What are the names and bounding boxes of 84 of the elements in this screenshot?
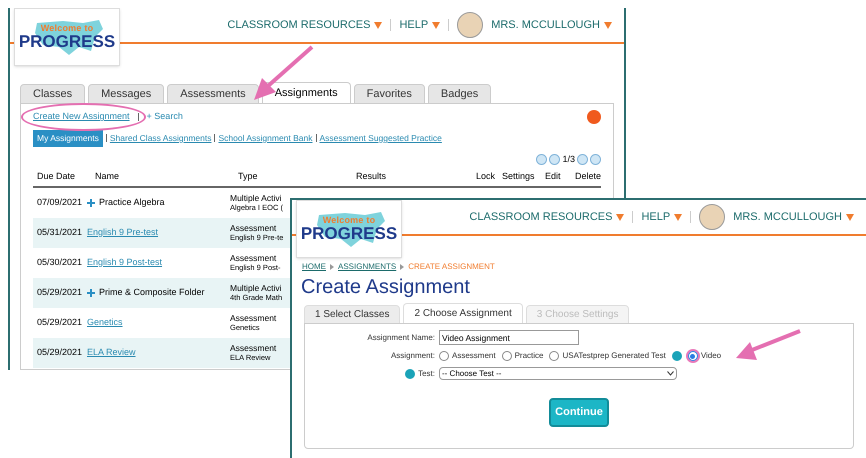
page-indicator: 1/3	[562, 152, 575, 166]
due-date: 05/29/2021	[37, 316, 84, 329]
tab[interactable]: Classes	[20, 84, 86, 104]
subtab-link[interactable]: Shared Class Assignments	[110, 132, 212, 145]
step-tab[interactable]: 1 Select Classes	[304, 305, 400, 324]
due-date: 05/31/2021	[37, 226, 84, 239]
column-header: Edit	[545, 170, 562, 184]
assignment-type: Assessment	[230, 342, 276, 354]
first-page-icon[interactable]	[536, 154, 548, 165]
info-icon[interactable]	[672, 351, 682, 361]
column-header: Name	[95, 170, 120, 184]
column-header: Settings	[502, 170, 536, 184]
assignment-type: Multiple Activi	[230, 282, 282, 294]
nav-menu[interactable]: CLASSROOM RESOURCES	[469, 208, 624, 226]
dropdown-icon	[846, 214, 854, 220]
radio-label: Video	[700, 350, 722, 362]
assignment-link[interactable]: English 9 Pre-test	[87, 226, 158, 240]
pointer-arrow	[736, 329, 801, 360]
last-page-icon[interactable]	[590, 154, 601, 165]
radio-label: USATestprep Generated Test	[562, 350, 666, 362]
chevron-down-icon	[667, 371, 674, 376]
field-label: Test:	[418, 368, 435, 380]
dropdown-icon	[674, 214, 682, 220]
tab[interactable]: Badges	[428, 84, 492, 104]
dropdown-icon	[616, 214, 624, 220]
nav-menu[interactable]: HELP	[399, 16, 440, 34]
info-icon[interactable]	[405, 368, 416, 378]
plus-icon[interactable]	[87, 288, 95, 297]
breadcrumb-current: CREATE ASSIGNMENT	[408, 261, 495, 273]
due-date: 05/30/2021	[37, 256, 84, 269]
tab[interactable]: Messages	[88, 84, 164, 104]
field-label: Assignment:	[390, 350, 435, 362]
tab[interactable]: Favorites	[354, 84, 425, 104]
avatar-icon[interactable]	[699, 204, 726, 230]
due-date: 05/29/2021	[37, 346, 84, 359]
nav-menu[interactable]: HELP	[641, 208, 682, 226]
assignment-type: Assessment	[230, 252, 278, 264]
dropdown-icon	[374, 22, 382, 28]
column-header: Results	[356, 170, 388, 184]
tab[interactable]: Assessments	[167, 84, 259, 104]
assignment-link[interactable]: English 9 Post-test	[87, 256, 162, 270]
dropdown-icon	[432, 22, 440, 28]
assignment-type: Assessment	[230, 222, 278, 234]
radio-button[interactable]	[439, 351, 449, 361]
radio-label: Practice	[514, 350, 544, 362]
dropdown-icon	[604, 22, 612, 28]
subtab-link[interactable]: Assessment Suggested Practice	[320, 132, 442, 145]
step-tab[interactable]: 2 Choose Assignment	[403, 303, 523, 324]
column-header: Due Date	[37, 170, 76, 184]
field-label: Assignment Name:	[366, 332, 435, 344]
breadcrumb-link[interactable]: ASSIGNMENTS	[338, 261, 396, 273]
avatar-icon[interactable]	[457, 12, 484, 38]
assignment-name-field[interactable]: Video Assignment	[439, 330, 579, 345]
column-header: Type	[238, 170, 259, 184]
next-page-icon[interactable]	[577, 154, 588, 165]
subtab-link[interactable]: School Assignment Bank	[218, 132, 312, 145]
folder-name: Prime & Composite Folder	[99, 286, 205, 299]
test-dropdown[interactable]: -- Choose Test --	[439, 367, 677, 380]
search-link[interactable]: + Search	[146, 110, 183, 124]
create-assignment-link[interactable]: Create New Assignment	[33, 111, 130, 122]
plus-icon[interactable]	[87, 198, 95, 207]
page-title: Create Assignment	[301, 275, 471, 300]
nav-menu[interactable]: CLASSROOM RESOURCES	[227, 16, 382, 34]
assignment-link[interactable]: ELA Review	[87, 346, 136, 360]
subtab-link[interactable]: My Assignments	[33, 130, 103, 147]
radio-button[interactable]	[502, 351, 512, 361]
help-icon[interactable]	[587, 110, 601, 124]
user-menu[interactable]: MRS. MCCULLOUGH	[491, 16, 612, 34]
assignment-type: Multiple Activi	[230, 192, 282, 204]
breadcrumb-separator-icon	[400, 264, 404, 270]
previous-page-icon[interactable]	[549, 154, 560, 165]
column-header: Delete	[575, 170, 602, 184]
radio-button[interactable]	[688, 351, 698, 361]
breadcrumb-link[interactable]: HOME	[302, 261, 326, 273]
breadcrumb-separator-icon	[330, 264, 334, 270]
due-date: 05/29/2021	[37, 286, 84, 299]
user-menu[interactable]: MRS. MCCULLOUGH	[733, 208, 854, 226]
column-header: Lock	[476, 170, 496, 184]
assignment-link[interactable]: Genetics	[87, 316, 123, 330]
radio-button[interactable]	[549, 351, 560, 361]
radio-label: Assessment	[452, 350, 496, 362]
assignment-type: Assessment	[230, 312, 276, 324]
folder-name: Practice Algebra	[99, 196, 165, 209]
due-date: 07/09/2021	[37, 196, 84, 209]
